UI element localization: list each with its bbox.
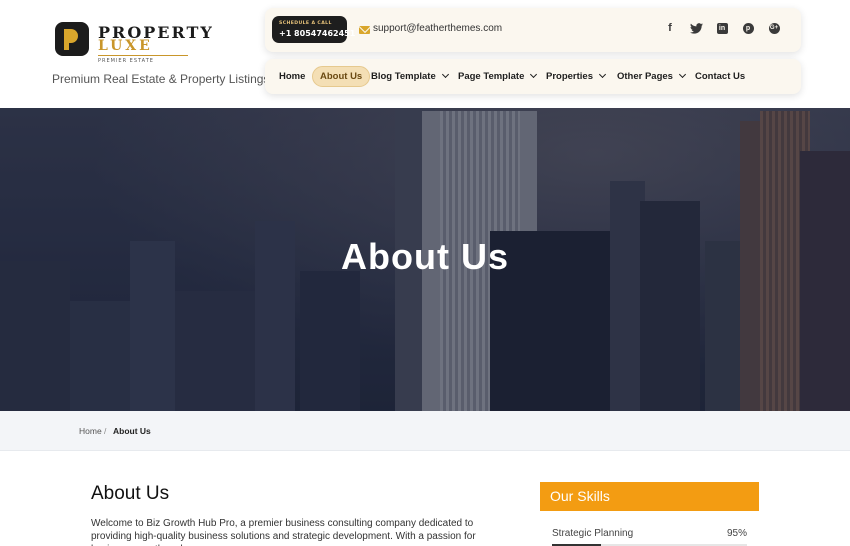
chevron-down-icon [441,70,449,79]
linkedin-icon[interactable]: in [715,21,729,35]
support-email-link[interactable]: support@featherthemes.com [373,23,502,34]
twitter-icon[interactable] [689,21,703,35]
chevron-down-icon [678,70,687,79]
breadcrumb-home-link[interactable]: Home [79,426,102,436]
nav-page-template-label: Page Template [458,71,525,82]
google-plus-icon[interactable]: G+ [767,21,781,35]
logo-subtitle: PREMIER ESTATE [98,58,154,64]
phone-number: +1 80547462451 [279,29,356,38]
pinterest-icon[interactable]: p [741,21,755,35]
chevron-down-icon [530,70,538,79]
skill-percent: 95% [726,528,747,539]
site-tagline: Premium Real Estate & Property Listings [52,72,270,86]
nav-page-template[interactable]: Page Template [458,66,538,87]
logo-divider [98,55,188,56]
top-contact-bar: SCHEDULE A CALL +1 80547462451 support@f… [265,8,801,52]
nav-properties[interactable]: Properties [546,66,607,87]
nav-properties-label: Properties [546,71,593,82]
nav-blog-template[interactable]: Blog Template [371,66,449,87]
chevron-down-icon [598,70,607,79]
about-heading: About Us [91,483,170,504]
hero-title: About Us [341,236,509,277]
hero-banner: About Us [0,108,850,411]
site-logo[interactable]: PROPERTY LUXE PREMIER ESTATE [55,22,212,68]
breadcrumb: Home / About Us [0,411,850,451]
facebook-icon[interactable]: f [663,21,677,35]
skill-name: Strategic Planning [552,528,634,539]
logo-mark-icon [55,22,89,56]
nav-contact-us[interactable]: Contact Us [695,66,745,87]
nav-about-us[interactable]: About Us [312,66,371,87]
breadcrumb-separator: / [104,426,107,436]
skills-title: Our Skills [550,488,610,504]
schedule-call-label: SCHEDULE A CALL [279,21,332,26]
envelope-icon [359,26,370,34]
main-nav: Home About Us Blog Template Page Templat… [265,59,801,94]
page: PROPERTY LUXE PREMIER ESTATE Premium Rea… [0,0,850,546]
logo-word-luxe: LUXE [98,38,153,54]
breadcrumb-current: About Us [113,426,151,436]
about-paragraph: Welcome to Biz Growth Hub Pro, a premier… [91,518,476,546]
nav-blog-template-label: Blog Template [371,71,436,82]
nav-other-pages[interactable]: Other Pages [617,66,687,87]
skills-widget: Our Skills Strategic Planning 95% [540,482,759,546]
schedule-call-button[interactable]: SCHEDULE A CALL +1 80547462451 [272,16,355,43]
site-header: PROPERTY LUXE PREMIER ESTATE Premium Rea… [0,0,850,108]
nav-home[interactable]: Home [279,66,305,87]
skills-header: Our Skills [540,482,759,511]
nav-other-pages-label: Other Pages [617,71,673,82]
